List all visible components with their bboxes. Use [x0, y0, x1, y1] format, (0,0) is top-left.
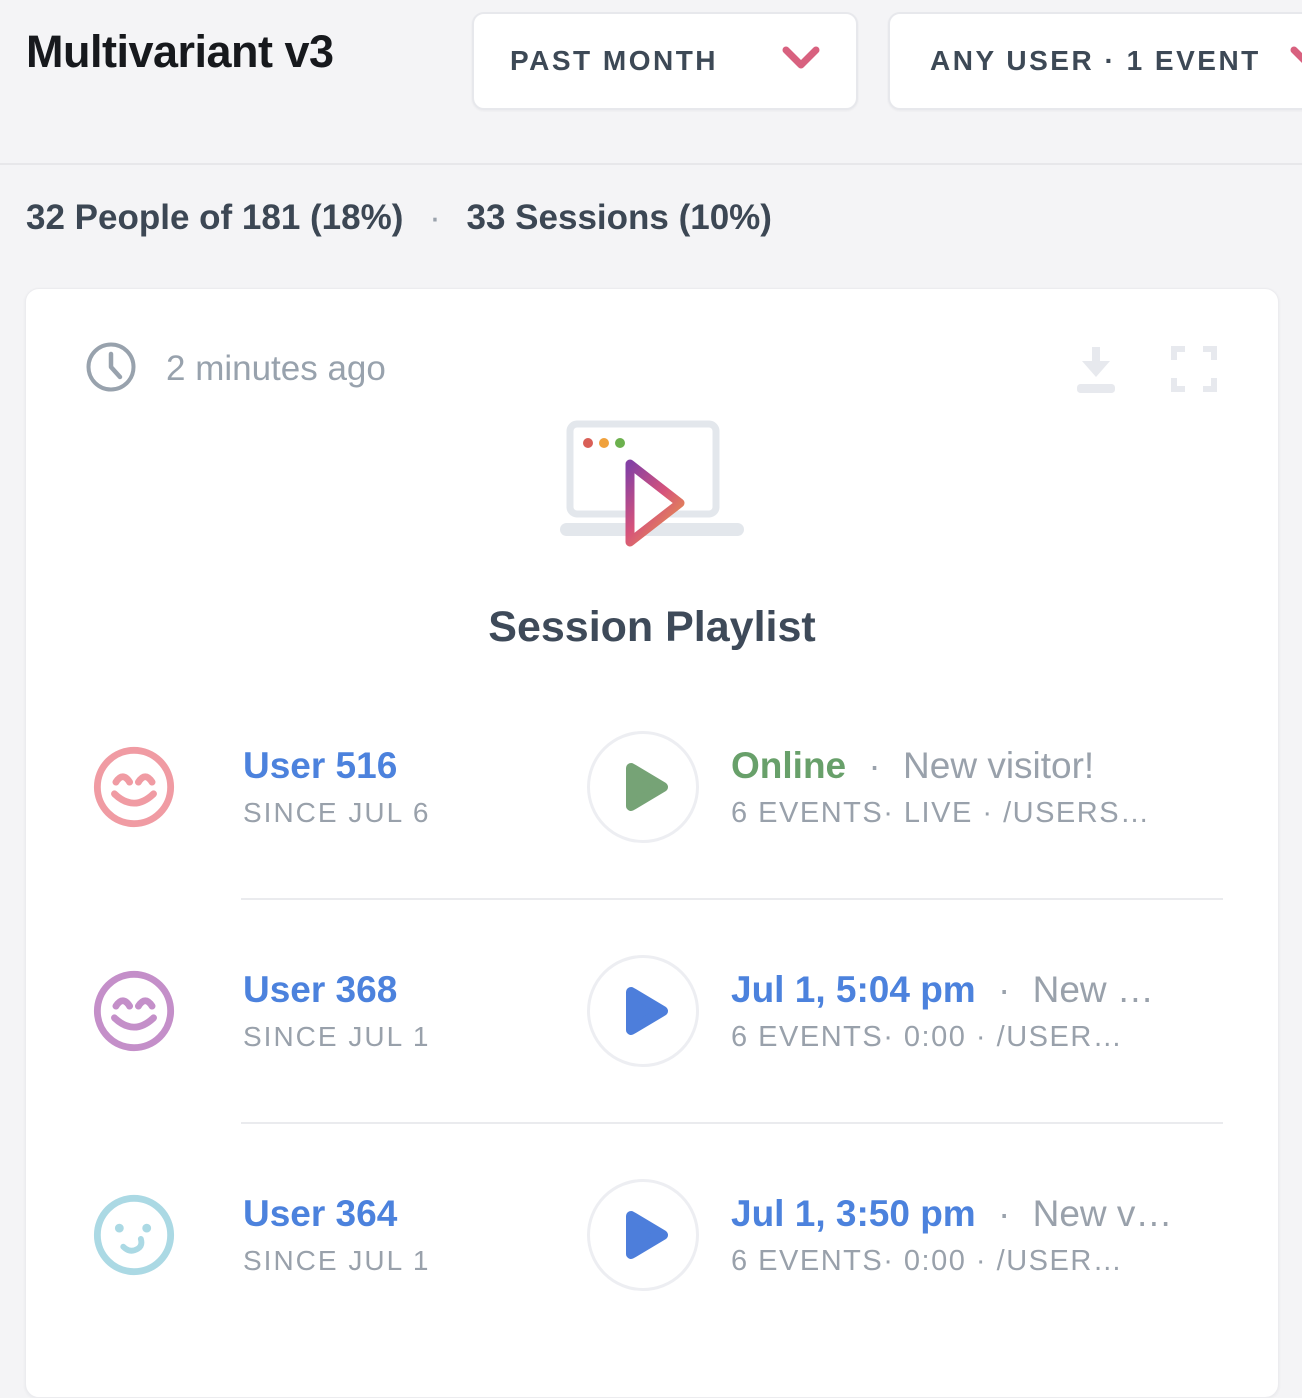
- date-range-filter-button[interactable]: PAST MONTH: [472, 12, 858, 110]
- header-divider: [0, 163, 1302, 165]
- download-icon[interactable]: [1070, 343, 1122, 395]
- status-secondary-text: New v…: [1033, 1193, 1173, 1234]
- session-row: User 516 SINCE JUL 6 Online · New visito…: [26, 676, 1278, 898]
- user-avatar-smiley-icon: [91, 744, 177, 830]
- sessions-count: 33 Sessions (10%): [467, 198, 772, 237]
- card-title: Session Playlist: [26, 603, 1278, 652]
- session-playlist-card: 2 minutes ago: [25, 288, 1279, 1398]
- user-link[interactable]: User 516: [243, 745, 587, 787]
- session-meta-text: 6 EVENTS· 0:00 · /USER…: [731, 1021, 1238, 1054]
- user-since-label: SINCE JUL 1: [243, 1245, 587, 1277]
- session-row: User 368 SINCE JUL 1 Jul 1, 5:04 pm · Ne…: [26, 900, 1278, 1122]
- session-status-link[interactable]: Jul 1, 5:04 pm: [731, 969, 976, 1010]
- session-player-illustration-icon: [26, 419, 1278, 559]
- session-list: User 516 SINCE JUL 6 Online · New visito…: [26, 676, 1278, 1346]
- play-session-button[interactable]: [587, 731, 699, 843]
- summary-separator: ·: [429, 198, 441, 237]
- last-updated-text: 2 minutes ago: [166, 349, 386, 389]
- chevron-down-icon: [782, 45, 820, 77]
- user-since-label: SINCE JUL 6: [243, 797, 587, 829]
- play-session-button[interactable]: [587, 1179, 699, 1291]
- clock-icon: [84, 340, 138, 399]
- session-meta-text: 6 EVENTS· 0:00 · /USER…: [731, 1245, 1238, 1278]
- user-link[interactable]: User 368: [243, 969, 587, 1011]
- session-row: User 364 SINCE JUL 1 Jul 1, 3:50 pm · Ne…: [26, 1124, 1278, 1346]
- user-link[interactable]: User 364: [243, 1193, 587, 1235]
- status-separator: ·: [998, 1193, 1010, 1234]
- user-event-filter-button[interactable]: ANY USER · 1 EVENT: [888, 12, 1302, 110]
- status-secondary-text: New visitor!: [903, 745, 1094, 786]
- user-event-filter-label: ANY USER · 1 EVENT: [930, 45, 1261, 77]
- people-count: 32 People of 181 (18%): [26, 198, 403, 237]
- user-avatar-smirk-icon: [91, 1192, 177, 1278]
- user-avatar-smiley-icon: [91, 968, 177, 1054]
- status-separator: ·: [868, 745, 880, 786]
- fullscreen-icon[interactable]: [1168, 343, 1220, 395]
- status-separator: ·: [998, 969, 1010, 1010]
- date-range-filter-label: PAST MONTH: [510, 45, 718, 77]
- results-summary: 32 People of 181 (18%) · 33 Sessions (10…: [26, 198, 772, 238]
- play-session-button[interactable]: [587, 955, 699, 1067]
- session-status-link[interactable]: Jul 1, 3:50 pm: [731, 1193, 976, 1234]
- session-status-link[interactable]: Online: [731, 745, 846, 786]
- card-header: 2 minutes ago: [26, 289, 1278, 397]
- user-since-label: SINCE JUL 1: [243, 1021, 587, 1053]
- chevron-down-icon: [1290, 45, 1302, 77]
- page-title: Multivariant v3: [26, 26, 334, 78]
- session-meta-text: 6 EVENTS· LIVE · /USERS…: [731, 797, 1238, 830]
- status-secondary-text: New …: [1033, 969, 1154, 1010]
